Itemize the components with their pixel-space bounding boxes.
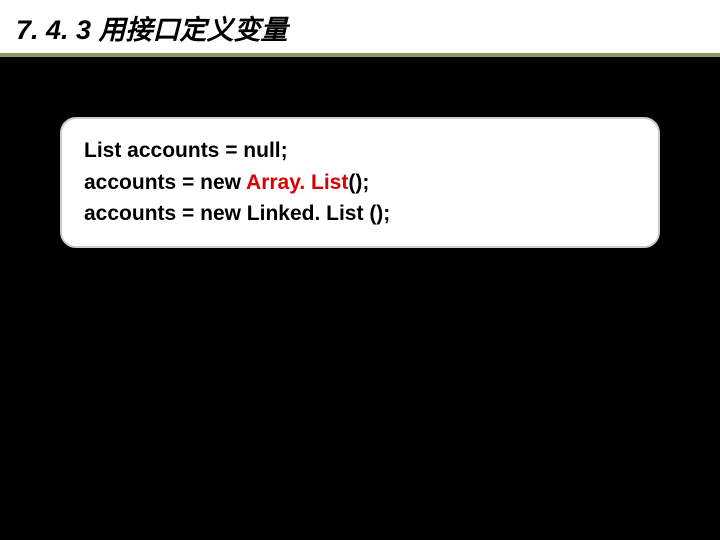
code-line-2-post: (); <box>348 171 369 194</box>
code-line-3: accounts = new Linked. List (); <box>84 198 636 230</box>
code-line-2-highlight: Array. List <box>246 171 348 194</box>
code-line-2-pre: accounts = new <box>84 171 246 194</box>
code-line-2: accounts = new Array. List(); <box>84 167 636 199</box>
code-box: List accounts = null; accounts = new Arr… <box>60 117 660 248</box>
slide-header: 7. 4. 3 用接口定义变量 <box>0 0 720 57</box>
slide-content: List accounts = null; accounts = new Arr… <box>0 57 720 308</box>
code-line-1: List accounts = null; <box>84 135 636 167</box>
slide-title: 7. 4. 3 用接口定义变量 <box>16 8 704 47</box>
